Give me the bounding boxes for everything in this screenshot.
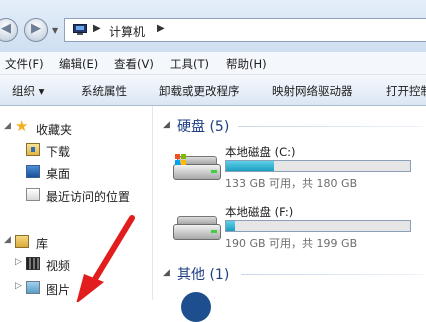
nav-recent-places[interactable]: 最近访问的位置 (0, 185, 152, 205)
nav-desktop-label: 桌面 (46, 167, 71, 181)
back-arrow-icon: ◀ (1, 21, 11, 36)
group-divider (241, 274, 423, 275)
group-divider (238, 126, 423, 127)
drive-usage-fill (226, 161, 274, 171)
nav-favorites[interactable]: ◢ ★ 收藏夹 (0, 117, 152, 138)
computer-icon (73, 24, 87, 35)
forward-button[interactable]: ▶ (24, 18, 48, 42)
address-bar-area: ◀ ▶ ▼ ▶ 计算机 ▶ (0, 0, 426, 52)
content-pane: ◢ 硬盘 (5) 本地磁盘 (C:) 133 GB 可用，共 180 GB 本地… (153, 106, 426, 322)
system-properties-button[interactable]: 系统属性 (81, 83, 127, 99)
pictures-icon (26, 281, 40, 294)
collapse-arrow-icon[interactable]: ◢ (4, 121, 11, 131)
nav-pictures-label: 图片 (46, 283, 71, 297)
nav-favorites-label: 收藏夹 (36, 123, 73, 137)
menu-bar: 文件(F) 编辑(E) 查看(V) 工具(T) 帮助(H) (0, 52, 426, 75)
nav-downloads-label: 下载 (46, 145, 71, 159)
expand-arrow-icon[interactable]: ▷ (15, 257, 22, 267)
command-bar: 组织 ▾ 系统属性 卸载或更改程序 映射网络驱动器 打开控制 (0, 75, 426, 106)
other-device-icon[interactable] (181, 292, 211, 322)
drive-usage-fill (226, 221, 236, 231)
hard-drive-icon (173, 214, 223, 244)
back-button[interactable]: ◀ (0, 18, 18, 42)
desktop-icon (26, 165, 40, 178)
map-network-drive-button[interactable]: 映射网络驱动器 (272, 83, 353, 99)
recent-places-icon (26, 188, 40, 201)
drive-size-text: 190 GB 可用，共 199 GB (225, 237, 358, 250)
collapse-arrow-icon[interactable]: ◢ (163, 268, 170, 278)
group-title: 硬盘 (5) (177, 119, 230, 135)
arrow-shaft (89, 215, 135, 287)
windows-logo-icon (175, 154, 187, 166)
drive-name: 本地磁盘 (C:) (225, 145, 296, 159)
menu-help[interactable]: 帮助(H) (226, 56, 267, 72)
collapse-arrow-icon[interactable]: ◢ (163, 120, 170, 130)
nav-downloads[interactable]: 下载 (0, 140, 152, 160)
expand-arrow-icon[interactable]: ▷ (15, 281, 22, 291)
recent-pages-dropdown-icon[interactable]: ▼ (52, 26, 58, 35)
nav-videos-label: 视频 (46, 259, 71, 273)
videos-icon (26, 257, 40, 270)
open-control-panel-button[interactable]: 打开控制 (386, 83, 426, 99)
menu-file[interactable]: 文件(F) (5, 56, 44, 72)
menu-view[interactable]: 查看(V) (114, 56, 154, 72)
library-icon (15, 235, 29, 248)
breadcrumb-separator-icon[interactable]: ▶ (157, 23, 165, 34)
nav-libraries-label: 库 (36, 237, 49, 251)
menu-tools[interactable]: 工具(T) (170, 56, 209, 72)
group-title: 其他 (1) (177, 267, 230, 283)
arrow-head (76, 274, 104, 302)
nav-recent-label: 最近访问的位置 (46, 190, 131, 204)
drive-usage-bar (225, 220, 411, 232)
drive-f[interactable]: 本地磁盘 (F:) 190 GB 可用，共 199 GB (169, 204, 426, 254)
organize-button[interactable]: 组织 ▾ (12, 83, 44, 99)
breadcrumb-separator-icon[interactable]: ▶ (93, 23, 101, 34)
menu-edit[interactable]: 编辑(E) (59, 56, 98, 72)
star-icon: ★ (15, 117, 29, 135)
forward-arrow-icon: ▶ (31, 21, 41, 36)
address-box[interactable]: ▶ 计算机 ▶ (64, 18, 426, 42)
red-annotation-arrow (76, 215, 135, 302)
hard-drive-icon (173, 154, 223, 184)
breadcrumb-computer[interactable]: 计算机 (109, 23, 145, 40)
nav-desktop[interactable]: 桌面 (0, 162, 152, 182)
drive-c[interactable]: 本地磁盘 (C:) 133 GB 可用，共 180 GB (169, 144, 426, 194)
uninstall-program-button[interactable]: 卸载或更改程序 (159, 83, 240, 99)
collapse-arrow-icon[interactable]: ◢ (4, 235, 11, 245)
drive-usage-bar (225, 160, 411, 172)
drive-size-text: 133 GB 可用，共 180 GB (225, 177, 358, 190)
downloads-folder-icon (26, 143, 40, 156)
drive-name: 本地磁盘 (F:) (225, 205, 294, 219)
